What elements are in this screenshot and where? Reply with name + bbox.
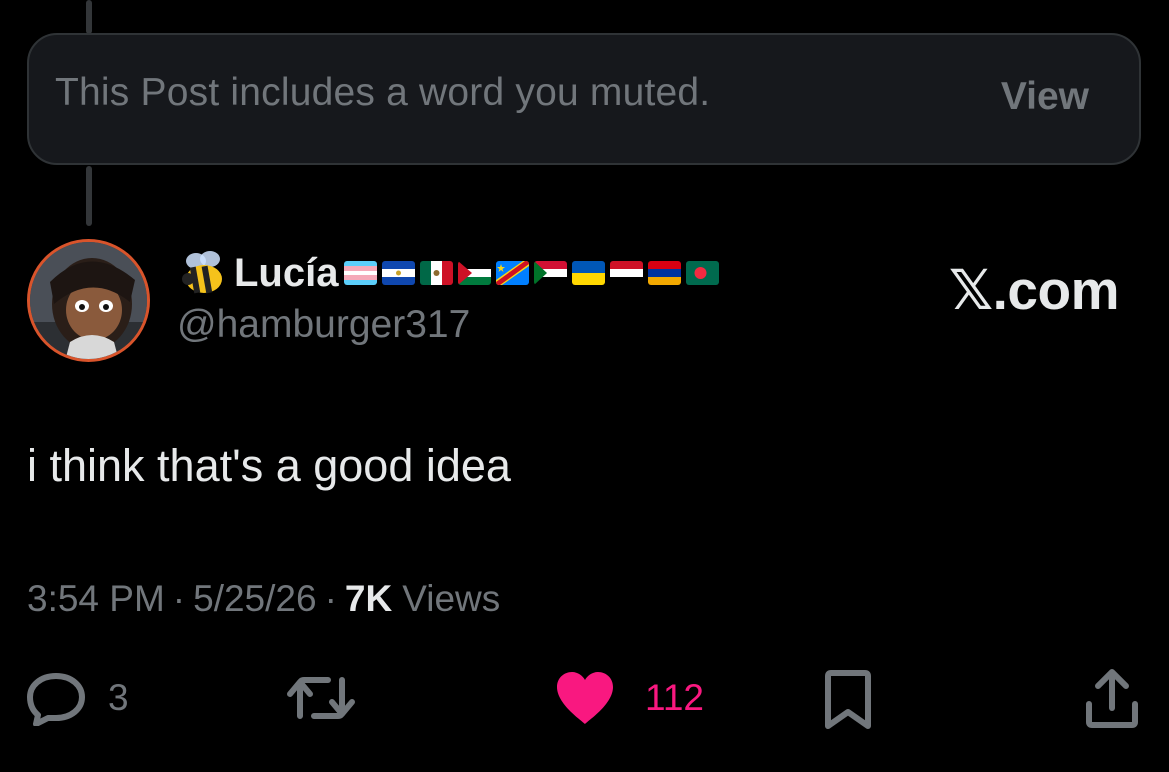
yemen-flag-icon [610,261,644,285]
repost-button[interactable] [286,670,356,726]
share-icon [1086,669,1138,728]
avatar[interactable] [27,239,150,362]
like-button[interactable]: 112 [555,670,704,726]
bee-icon [182,251,222,294]
view-muted-post-button[interactable]: View [1001,75,1089,119]
post-detail-view: This Post includes a word you muted. Vie… [0,0,1169,772]
action-bar: 3 112 [0,664,1169,734]
bangladesh-flag-icon [686,261,720,285]
views-label: Views [402,578,501,619]
el-salvador-flag-icon [382,261,416,285]
flag-emoji-list [344,261,720,285]
mexico-flag-icon [420,261,454,285]
repost-icon [287,677,355,719]
share-button[interactable] [1084,668,1140,730]
thread-connector-line [86,0,92,34]
sudan-flag-icon [534,261,568,285]
transgender-flag-icon [344,261,378,285]
post-meta: 3:54 PM · 5/25/26 · 7K Views [27,578,500,620]
like-count: 112 [645,677,704,718]
dr-congo-flag-icon [496,261,530,285]
armenia-flag-icon [648,261,682,285]
x-com-watermark: 𝕏.com [948,259,1120,321]
display-name-row[interactable]: Lucía [178,247,720,299]
meta-separator: · [324,578,337,619]
muted-post-card: This Post includes a word you muted. Vie… [27,33,1141,165]
views-count: 7K [344,578,393,619]
reply-count: 3 [108,677,129,718]
palestine-flag-icon [458,261,492,285]
muted-post-message: This Post includes a word you muted. [55,71,711,114]
bookmark-icon [825,670,871,729]
bookmark-button[interactable] [822,670,874,730]
reply-button[interactable]: 3 [26,670,129,726]
meta-separator: · [172,578,186,619]
heart-icon [557,672,613,724]
author-handle[interactable]: @hamburger317 [177,303,470,347]
ukraine-flag-icon [572,261,606,285]
display-name: Lucía [234,250,339,295]
post-text: i think that's a good idea [27,440,511,491]
reply-icon [27,673,85,726]
post-time[interactable]: 3:54 PM [27,578,165,620]
thread-connector-line [86,166,92,226]
post-date[interactable]: 5/25/26 [193,578,316,620]
